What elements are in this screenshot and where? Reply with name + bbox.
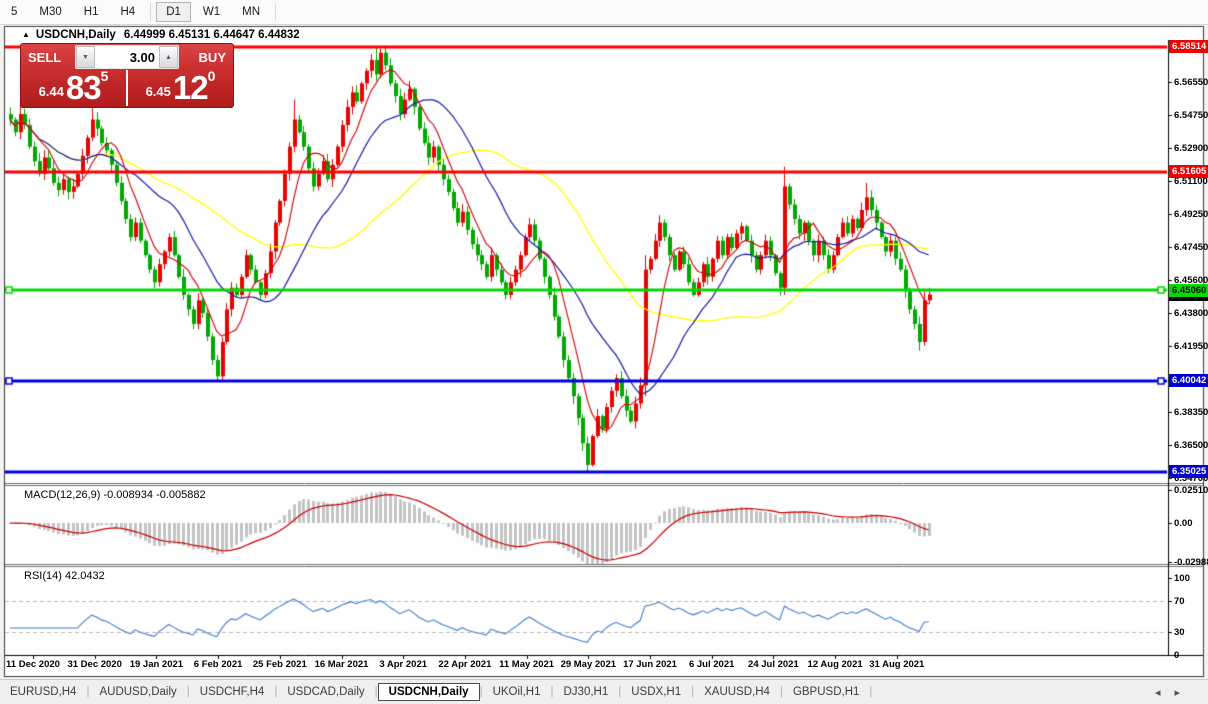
chart-tab-eurusd[interactable]: EURUSD,H4 <box>0 683 86 701</box>
one-click-trade-panel: SELL ▼ ▲ BUY 6.44 83 5 6.45 12 0 <box>20 43 234 108</box>
volume-input[interactable] <box>95 46 159 68</box>
rsi-label: RSI(14) 42.0432 <box>24 570 105 582</box>
chart-tab-gbpusd[interactable]: GBPUSD,H1 <box>783 683 869 701</box>
buy-button[interactable]: BUY <box>179 50 233 65</box>
buy-price-sup: 0 <box>208 68 216 84</box>
sell-price-big: 83 <box>66 73 101 103</box>
macd-label: MACD(12,26,9) -0.008934 -0.005882 <box>24 489 206 501</box>
sell-button[interactable]: SELL <box>21 50 75 65</box>
volume-increase-button[interactable]: ▲ <box>159 46 178 68</box>
sell-price-sup: 5 <box>101 68 109 84</box>
chart-symbol-title: USDCNH,Daily <box>36 29 116 41</box>
chart-header: ▲ USDCNH,Daily 6.44999 6.45131 6.44647 6.4… <box>22 29 300 41</box>
buy-price-prefix: 6.45 <box>146 84 171 99</box>
chart-tab-usdcnh[interactable]: USDCNH,Daily <box>378 683 480 701</box>
chart-tab-usdchf[interactable]: USDCHF,H4 <box>190 683 275 701</box>
tab-scroll-arrows[interactable]: ◂▸ <box>1155 686 1194 699</box>
sell-price-prefix: 6.44 <box>39 84 64 99</box>
chart-tab-ukoil[interactable]: UKOil,H1 <box>483 683 551 701</box>
buy-price-display[interactable]: 6.45 12 0 <box>128 70 233 106</box>
chart-tab-dj30[interactable]: DJ30,H1 <box>554 683 619 701</box>
chart-tab-usdcad[interactable]: USDCAD,Daily <box>277 683 374 701</box>
volume-decrease-button[interactable]: ▼ <box>76 46 95 68</box>
buy-price-big: 12 <box>173 73 208 103</box>
tab-scroll-left-icon[interactable]: ◂ <box>1155 687 1175 699</box>
tab-separator: | <box>869 686 872 698</box>
chart-tab-audusd[interactable]: AUDUSD,Daily <box>89 683 186 701</box>
tab-scroll-right-icon[interactable]: ▸ <box>1174 687 1194 699</box>
chart-tab-usdx[interactable]: USDX,H1 <box>621 683 691 701</box>
sell-price-display[interactable]: 6.44 83 5 <box>21 70 128 106</box>
symbol-tab-bar: EURUSD,H4|AUDUSD,Daily|USDCHF,H4|USDCAD,… <box>0 679 1208 704</box>
chart-ohlc-values: 6.44999 6.45131 6.44647 6.44832 <box>124 29 300 41</box>
chart-tab-xauusd[interactable]: XAUUSD,H4 <box>694 683 780 701</box>
collapse-triangle-icon[interactable]: ▲ <box>22 30 30 39</box>
volume-group: ▼ ▲ <box>75 45 179 69</box>
